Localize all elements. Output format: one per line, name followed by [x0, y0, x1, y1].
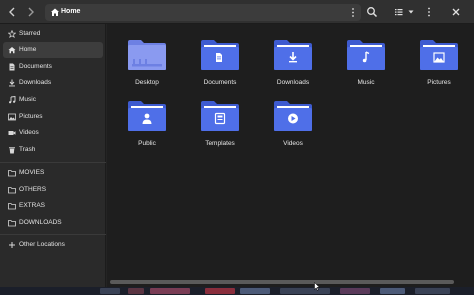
- search-button[interactable]: [364, 4, 380, 20]
- sidebar-item-label: Documents: [19, 63, 52, 70]
- pictures-folder-icon: [420, 40, 458, 70]
- sidebar-item-extras[interactable]: EXTRAS: [3, 198, 103, 214]
- plus-icon: [9, 242, 15, 248]
- taskbar-item[interactable]: [150, 288, 190, 294]
- back-button[interactable]: [4, 4, 20, 20]
- music-folder-icon: [347, 40, 385, 70]
- header-bar: Home: [0, 0, 474, 24]
- sidebar-item-other-locations[interactable]: Other Locations: [3, 237, 103, 253]
- path-menu-button[interactable]: [349, 4, 357, 21]
- music-icon: [9, 96, 16, 104]
- main-menu-button[interactable]: [421, 4, 437, 20]
- path-current-location[interactable]: Home: [61, 8, 80, 15]
- sidebar-item-label: Starred: [19, 30, 41, 37]
- view-options-group[interactable]: [392, 4, 420, 20]
- taskbar-item[interactable]: [240, 288, 270, 294]
- search-icon: [367, 7, 378, 18]
- file-item-templates[interactable]: Templates: [190, 86, 250, 147]
- taskbar-item[interactable]: [128, 288, 144, 294]
- video-icon: [8, 131, 16, 135]
- file-item-label: Public: [138, 140, 156, 147]
- sidebar-item-music[interactable]: Music: [3, 92, 103, 108]
- chevron-down-icon[interactable]: [407, 8, 415, 16]
- sidebar-item-label: Home: [19, 46, 37, 53]
- mouse-cursor-icon: [314, 282, 320, 291]
- home-icon: [8, 47, 16, 54]
- path-bar[interactable]: Home: [45, 4, 361, 21]
- videos-folder-icon: [274, 101, 312, 131]
- taskbar-item[interactable]: [205, 288, 235, 294]
- sidebar-item-label: Music: [19, 96, 36, 103]
- sidebar-item-label: EXTRAS: [19, 202, 46, 209]
- sidebar-item-label: MOVIES: [19, 169, 45, 176]
- forward-button[interactable]: [23, 4, 39, 20]
- sidebar-item-home[interactable]: Home: [3, 42, 103, 58]
- folder-icon: [8, 203, 16, 210]
- file-item-label: Downloads: [276, 79, 310, 86]
- sidebar-item-label: DOWNLOADS: [19, 219, 62, 226]
- download-icon: [9, 79, 15, 87]
- chevron-right-icon: [28, 7, 34, 17]
- sidebar-item-starred[interactable]: Starred: [3, 26, 103, 42]
- file-item-downloads[interactable]: Downloads: [263, 25, 323, 86]
- file-item-label: Videos: [283, 140, 303, 147]
- sidebar-item-label: Other Locations: [19, 241, 65, 248]
- trash-icon: [9, 147, 15, 154]
- sidebar-item-documents[interactable]: Documents: [3, 59, 103, 75]
- vertical-dots-icon: [428, 7, 430, 17]
- public-folder-icon: [128, 101, 166, 131]
- file-item-label: Documents: [203, 79, 237, 86]
- sidebar-item-label: Pictures: [19, 113, 43, 120]
- file-item-music[interactable]: Music: [336, 25, 396, 86]
- sidebar-item-pictures[interactable]: Pictures: [3, 109, 103, 125]
- picture-icon: [8, 113, 16, 121]
- sidebar-separator: [0, 162, 106, 163]
- star-icon: [8, 30, 16, 38]
- sidebar-item-label: Downloads: [19, 79, 52, 86]
- desktop-folder-icon: [128, 40, 166, 70]
- sidebar-separator: [0, 234, 106, 235]
- file-item-desktop[interactable]: Desktop: [117, 25, 177, 86]
- sidebar-item-label: Videos: [19, 129, 39, 136]
- file-item-videos[interactable]: Videos: [263, 86, 323, 147]
- taskbar-item[interactable]: [415, 288, 450, 294]
- folder-icon: [8, 220, 16, 227]
- taskbar-item[interactable]: [340, 288, 370, 294]
- file-grid: Desktop Documents Downloads Music Pictur…: [107, 24, 474, 287]
- sidebar: Starred Home Documents Downloads Music P…: [0, 24, 106, 287]
- file-item-label: Templates: [205, 140, 235, 147]
- sidebar-item-videos[interactable]: Videos: [3, 125, 103, 141]
- sidebar-item-downloads-bookmark[interactable]: DOWNLOADS: [3, 215, 103, 231]
- list-view-icon[interactable]: [394, 7, 404, 17]
- taskbar-item[interactable]: [100, 288, 120, 294]
- chevron-left-icon: [9, 7, 15, 17]
- file-manager-window: Home Starred Home Documents Downloads Mu…: [0, 0, 474, 287]
- home-icon: [51, 8, 59, 16]
- horizontal-scrollbar[interactable]: [110, 280, 454, 284]
- vertical-dots-icon: [352, 8, 354, 17]
- sidebar-item-others[interactable]: OTHERS: [3, 182, 103, 198]
- document-icon: [9, 63, 15, 71]
- taskbar-item[interactable]: [280, 288, 330, 294]
- sidebar-item-label: Trash: [19, 146, 36, 153]
- file-item-label: Music: [357, 79, 375, 86]
- file-item-label: Desktop: [135, 79, 159, 86]
- sidebar-item-label: OTHERS: [19, 186, 47, 193]
- close-button[interactable]: [448, 4, 464, 20]
- taskbar-item[interactable]: [380, 288, 405, 294]
- templates-folder-icon: [201, 101, 239, 131]
- sidebar-item-movies[interactable]: MOVIES: [3, 165, 103, 181]
- documents-folder-icon: [201, 40, 239, 70]
- file-item-label: Pictures: [427, 79, 451, 86]
- taskbar: [0, 287, 474, 295]
- file-item-pictures[interactable]: Pictures: [409, 25, 469, 86]
- file-item-public[interactable]: Public: [117, 86, 177, 147]
- folder-icon: [8, 187, 16, 194]
- file-item-documents[interactable]: Documents: [190, 25, 250, 86]
- folder-icon: [8, 170, 16, 177]
- close-icon: [452, 8, 460, 16]
- sidebar-item-downloads[interactable]: Downloads: [3, 75, 103, 91]
- sidebar-item-trash[interactable]: Trash: [3, 142, 103, 158]
- downloads-folder-icon: [274, 40, 312, 70]
